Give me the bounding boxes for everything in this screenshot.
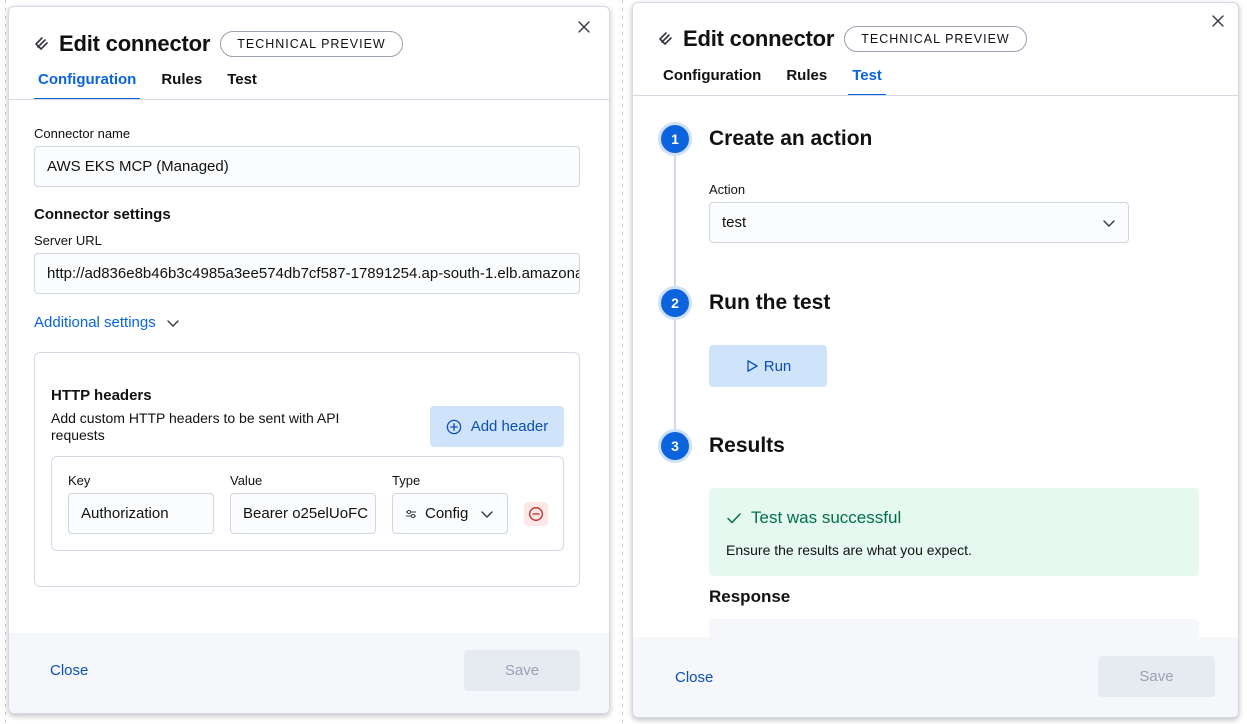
action-select[interactable]: test <box>709 202 1129 243</box>
header-divider <box>9 99 609 100</box>
test-success-callout: Test was successful Ensure the results a… <box>709 488 1199 576</box>
save-button[interactable]: Save <box>1098 656 1215 697</box>
run-button-label: Run <box>763 357 792 375</box>
technical-preview-badge: TECHNICAL PREVIEW <box>220 31 403 57</box>
plus-circle-icon <box>446 419 461 434</box>
additional-settings-label: Additional settings <box>34 314 156 331</box>
header-key-input[interactable]: Authorization <box>68 493 214 534</box>
action-select-value: test <box>722 214 747 231</box>
connector-name-input[interactable]: AWS EKS MCP (Managed) <box>34 146 580 187</box>
save-button[interactable]: Save <box>464 650 580 691</box>
run-button[interactable]: Run <box>709 345 827 387</box>
header-key-label: Key <box>68 473 91 488</box>
remove-header-button[interactable] <box>524 502 548 526</box>
server-url-input[interactable]: http://ad836e8b46b3c4985a3ee574db7cf587-… <box>34 253 580 294</box>
step-2-number: 2 <box>658 286 692 320</box>
flyout-footer: Close Save <box>9 633 609 713</box>
tab-configuration[interactable]: Configuration <box>659 67 765 96</box>
close-icon[interactable] <box>1209 12 1227 30</box>
header-value-input[interactable]: Bearer o25elUoFC <box>230 493 376 534</box>
step-1-title: Create an action <box>709 127 873 150</box>
play-icon <box>747 360 758 372</box>
tab-test[interactable]: Test <box>223 71 261 100</box>
http-headers-panel: HTTP headers Add custom HTTP headers to … <box>34 352 580 587</box>
flyout-footer: Close Save <box>633 637 1238 717</box>
callout-message: Ensure the results are what you expect. <box>726 542 972 558</box>
additional-settings-toggle[interactable]: Additional settings <box>34 314 180 331</box>
http-headers-title: HTTP headers <box>51 387 152 404</box>
connector-name-label: Connector name <box>34 126 131 141</box>
callout-title: Test was successful <box>751 508 902 527</box>
add-header-label: Add header <box>470 418 549 435</box>
close-button[interactable]: Close <box>675 669 713 686</box>
tab-rules[interactable]: Rules <box>782 67 831 96</box>
close-button[interactable]: Close <box>50 662 88 679</box>
step-1-number: 1 <box>658 122 692 156</box>
check-icon <box>727 513 741 524</box>
technical-preview-badge: TECHNICAL PREVIEW <box>844 26 1027 52</box>
minus-circle-icon <box>529 507 543 521</box>
flyout-header: Edit connector TECHNICAL PREVIEW <box>33 31 403 57</box>
background-dashed-line-middle <box>612 0 632 724</box>
callout-title-row: Test was successful <box>726 508 901 528</box>
close-icon[interactable] <box>575 18 593 36</box>
chevron-down-icon <box>481 510 494 518</box>
flyout-tabs: Configuration Rules Test <box>659 67 903 96</box>
header-type-label: Type <box>392 473 421 488</box>
http-headers-description: Add custom HTTP headers to be sent with … <box>51 410 340 443</box>
flyout-tabs: Configuration Rules Test <box>34 71 278 100</box>
connector-icon <box>33 34 53 54</box>
flyout-title: Edit connector <box>59 31 211 56</box>
flyout-header: Edit connector TECHNICAL PREVIEW <box>657 26 1027 52</box>
header-row: Key Authorization Value Bearer o25elUoFC… <box>51 456 564 551</box>
edit-connector-flyout-test: Edit connector TECHNICAL PREVIEW Configu… <box>632 2 1239 718</box>
tab-configuration[interactable]: Configuration <box>34 71 141 100</box>
step-3-number: 3 <box>658 429 692 463</box>
tab-test[interactable]: Test <box>848 67 886 96</box>
tab-rules[interactable]: Rules <box>157 71 206 100</box>
response-title: Response <box>709 587 791 606</box>
step-2-title: Run the test <box>709 291 831 314</box>
connector-icon <box>657 29 677 49</box>
edit-connector-flyout-configuration: Edit connector TECHNICAL PREVIEW Configu… <box>8 6 610 714</box>
server-url-label: Server URL <box>34 233 102 248</box>
header-type-select[interactable]: Config <box>392 493 508 534</box>
sliders-icon <box>406 509 416 518</box>
chevron-down-icon <box>167 319 179 327</box>
action-label: Action <box>709 182 746 197</box>
connector-settings-title: Connector settings <box>34 206 171 223</box>
chevron-down-icon <box>1103 219 1115 227</box>
flyout-title: Edit connector <box>683 26 835 51</box>
header-divider <box>633 95 1238 96</box>
header-value-label: Value <box>230 473 263 488</box>
header-type-value: Config <box>425 505 469 522</box>
add-header-button[interactable]: Add header <box>430 406 564 447</box>
step-3-title: Results <box>709 434 785 457</box>
